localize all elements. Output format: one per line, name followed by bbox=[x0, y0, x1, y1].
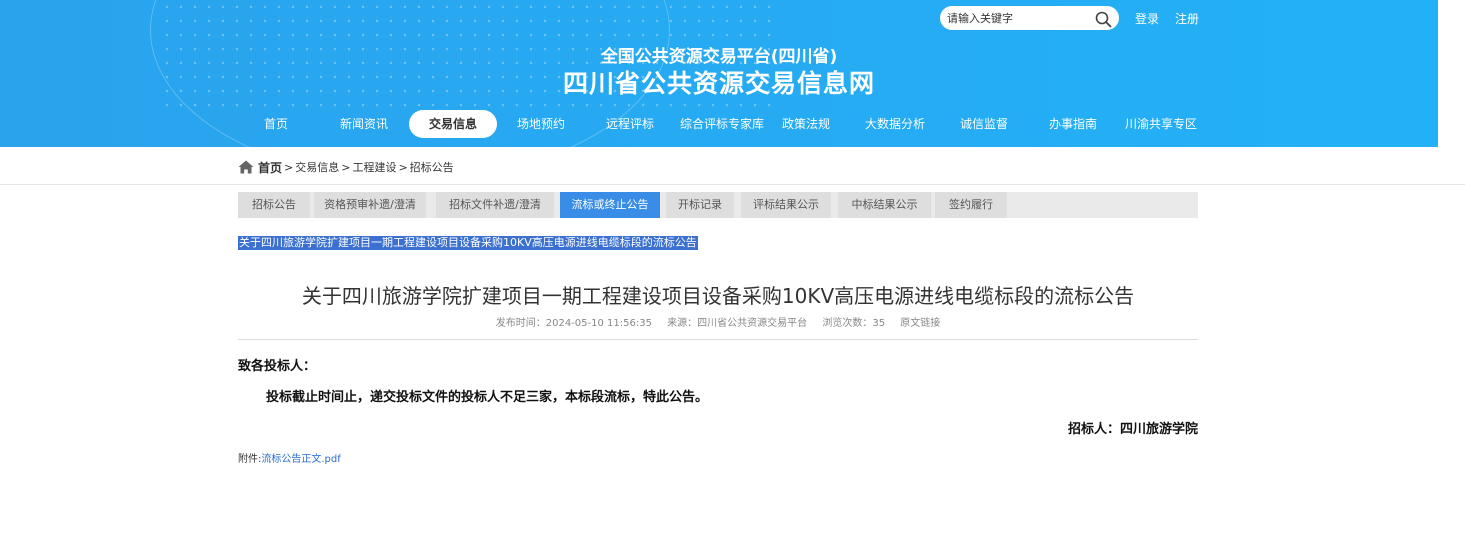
view-count-value: 35 bbox=[872, 318, 886, 329]
nav-item-home[interactable]: 首页 bbox=[236, 110, 316, 138]
view-count: 浏览次数：35 bbox=[822, 318, 885, 329]
breadcrumb-home[interactable]: 首页 bbox=[258, 159, 282, 176]
source-value: 四川省公共资源交易平台 bbox=[697, 318, 808, 329]
breadcrumb-divider bbox=[0, 184, 1465, 185]
tab-contract-performance[interactable]: 签约履行 bbox=[935, 192, 1007, 218]
nav-item-guide[interactable]: 办事指南 bbox=[1033, 110, 1113, 138]
original-link[interactable]: 原文链接 bbox=[900, 318, 940, 329]
nav-item-chuanyu[interactable]: 川渝共享专区 bbox=[1121, 110, 1201, 138]
tab-failed-termination[interactable]: 流标或终止公告 bbox=[560, 192, 660, 218]
breadcrumb-tender-notice[interactable]: 招标公告 bbox=[410, 159, 454, 175]
publish-time: 发布时间：2024-05-10 11:56:35 bbox=[496, 318, 652, 329]
source: 来源：四川省公共资源交易平台 bbox=[667, 318, 807, 329]
tab-award-result[interactable]: 中标结果公示 bbox=[838, 192, 931, 218]
nav-item-venue-booking[interactable]: 场地预约 bbox=[501, 110, 581, 138]
search-input[interactable] bbox=[947, 9, 1087, 27]
article-title: 关于四川旅游学院扩建项目一期工程建设项目设备采购10KV高压电源进线电缆标段的流… bbox=[301, 284, 1135, 308]
search-box bbox=[940, 6, 1119, 30]
site-title: 四川省公共资源交易信息网 bbox=[562, 69, 875, 98]
register-link[interactable]: 注册 bbox=[1175, 10, 1199, 27]
home-icon bbox=[238, 160, 254, 174]
breadcrumb-engineering[interactable]: 工程建设 bbox=[352, 159, 396, 175]
tab-evaluation-result[interactable]: 评标结果公示 bbox=[741, 192, 831, 218]
source-label: 来源： bbox=[667, 318, 698, 329]
attachment-label: 附件: bbox=[238, 454, 262, 465]
nav-item-policy[interactable]: 政策法规 bbox=[766, 110, 846, 138]
nav-item-big-data[interactable]: 大数据分析 bbox=[855, 110, 935, 138]
view-count-label: 浏览次数： bbox=[822, 318, 873, 329]
attachment-link[interactable]: 流标公告正文.pdf bbox=[261, 454, 340, 465]
breadcrumb-trade-info[interactable]: 交易信息 bbox=[295, 159, 339, 175]
tab-tender-doc-addendum[interactable]: 招标文件补遗/澄清 bbox=[436, 192, 554, 218]
breadcrumb-separator: > bbox=[284, 160, 294, 174]
breadcrumb-separator: > bbox=[341, 160, 351, 174]
article-meta: 发布时间：2024-05-10 11:56:35 来源：四川省公共资源交易平台 … bbox=[238, 314, 1198, 329]
notice-content: 投标截止时间止，递交投标文件的投标人不足三家，本标段流标，特此公告。 bbox=[266, 390, 709, 405]
attachment: 附件:流标公告正文.pdf bbox=[238, 450, 341, 465]
tab-tender-notice[interactable]: 招标公告 bbox=[238, 192, 310, 218]
publish-time-value: 2024-05-10 11:56:35 bbox=[545, 318, 652, 329]
nav-item-trade-info[interactable]: 交易信息 bbox=[409, 110, 497, 138]
publish-time-label: 发布时间： bbox=[495, 318, 546, 329]
nav-item-remote-evaluation[interactable]: 远程评标 bbox=[590, 110, 670, 138]
article-divider bbox=[238, 339, 1198, 340]
search-icon[interactable] bbox=[1094, 10, 1112, 28]
breadcrumb-separator: > bbox=[398, 160, 408, 174]
tab-prequalification-addendum[interactable]: 资格预审补遗/澄清 bbox=[314, 192, 426, 218]
site-header: 登录 注册 全国公共资源交易平台(四川省) 四川省公共资源交易信息网 首页 新闻… bbox=[0, 0, 1438, 147]
notice-tabs: 招标公告 资格预审补遗/澄清 招标文件补遗/澄清 流标或终止公告 开标记录 评标… bbox=[238, 192, 1198, 218]
breadcrumb: 首页 > 交易信息 > 工程建设 > 招标公告 bbox=[238, 158, 454, 176]
nav-item-expert-pool[interactable]: 综合评标专家库 bbox=[672, 110, 772, 138]
tenderer-signature: 招标人：四川旅游学院 bbox=[1067, 422, 1198, 437]
nav-item-credit[interactable]: 诚信监督 bbox=[944, 110, 1024, 138]
greeting: 致各投标人： bbox=[238, 359, 317, 374]
tab-bid-opening[interactable]: 开标记录 bbox=[666, 192, 734, 218]
selected-notice-title: 关于四川旅游学院扩建项目一期工程建设项目设备采购10KV高压电源进线电缆标段的流… bbox=[238, 236, 698, 250]
nav-item-news[interactable]: 新闻资讯 bbox=[324, 110, 404, 138]
login-link[interactable]: 登录 bbox=[1135, 10, 1159, 27]
